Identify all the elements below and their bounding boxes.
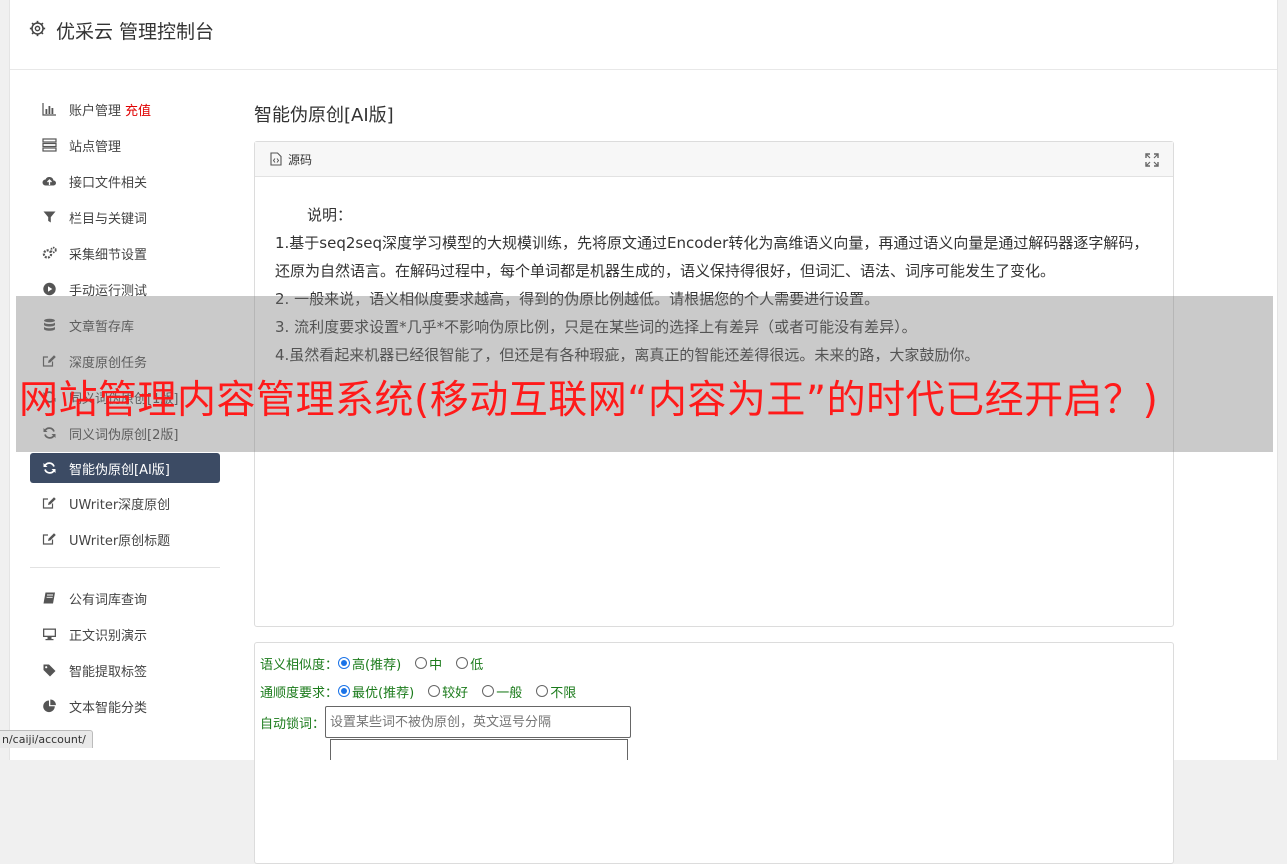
- radio-dot: [536, 685, 549, 697]
- expand-icon[interactable]: [1145, 153, 1159, 167]
- similarity-medium-radio[interactable]: 中: [415, 654, 442, 673]
- sidebar-item-label: 采集细节设置: [69, 247, 148, 263]
- sidebar-item-label: 智能伪原创[AI版]: [69, 462, 170, 478]
- panel-header-label: 源码: [288, 152, 313, 167]
- sidebar-item-label: 文本智能分类: [69, 700, 148, 716]
- description-heading: 说明：: [307, 206, 353, 224]
- pie-chart-icon: [40, 699, 58, 713]
- sidebar-item-text-recognition[interactable]: 正文识别演示: [30, 616, 220, 652]
- sidebar-item-label: 站点管理: [69, 139, 122, 155]
- sidebar-item-label: UWriter深度原创: [69, 497, 171, 513]
- sidebar-item-uwriter-title[interactable]: UWriter原创标题: [30, 521, 220, 557]
- sidebar-item-label: 正文识别演示: [69, 628, 148, 644]
- recharge-link[interactable]: 充值: [125, 100, 151, 119]
- book-icon: [40, 591, 58, 605]
- gear-icon: [29, 20, 46, 41]
- sidebar-divider: [30, 567, 220, 568]
- similarity-row: 语义相似度： 高(推荐) 中 低: [260, 653, 497, 673]
- similarity-label: 语义相似度：: [260, 657, 339, 673]
- sidebar-item-collect-settings[interactable]: 采集细节设置: [30, 235, 220, 271]
- radio-dot: [338, 657, 351, 669]
- sidebar-item-label: UWriter原创标题: [69, 533, 171, 549]
- edit-icon: [40, 532, 58, 546]
- edit-icon: [40, 496, 58, 510]
- sidebar-item-tag-extract[interactable]: 智能提取标签: [30, 652, 220, 688]
- play-circle-icon: [40, 282, 58, 296]
- fluency-good-radio[interactable]: 较好: [428, 682, 468, 701]
- cogs-icon: [40, 246, 58, 260]
- radio-label: 一般: [496, 685, 523, 701]
- sidebar-item-account[interactable]: 账户管理 充值: [30, 91, 220, 127]
- fluency-row: 通顺度要求： 最优(推荐) 较好 一般 不限: [260, 681, 590, 701]
- radio-label: 不限: [550, 685, 577, 701]
- radio-label: 低: [470, 657, 484, 673]
- lock-words-row: 自动锁词：: [260, 705, 632, 739]
- sidebar-item-ai-rewrite[interactable]: 智能伪原创[AI版]: [30, 453, 220, 483]
- overlay-headline: 网站管理内容管理系统(移动互联网“内容为王”的时代已经开启？): [19, 378, 1159, 423]
- sidebar-item-uwriter-deep[interactable]: UWriter深度原创: [30, 485, 220, 521]
- radio-label: 最优(推荐): [352, 685, 415, 701]
- lock-words-input[interactable]: [325, 706, 632, 738]
- overlay-banner: [16, 296, 1273, 452]
- brand[interactable]: 优采云 管理控制台: [29, 17, 214, 44]
- cloud-upload-icon: [40, 174, 58, 188]
- page-title: 智能伪原创[AI版]: [254, 105, 394, 126]
- radio-dot: [338, 685, 351, 697]
- filter-icon: [40, 210, 58, 224]
- radio-dot: [456, 657, 469, 669]
- tag-icon: [40, 663, 58, 677]
- similarity-low-radio[interactable]: 低: [456, 654, 483, 673]
- panel-header: 源码: [255, 142, 1173, 177]
- app-title: 优采云 管理控制台: [56, 21, 215, 43]
- description-line: 1.基于seq2seq深度学习模型的大规模训练，先将原文通过Encoder转化为…: [275, 234, 1149, 280]
- sidebar-item-label: 公有词库查询: [69, 592, 148, 608]
- top-bar: 优采云 管理控制台: [10, 0, 1277, 70]
- fluency-any-radio[interactable]: 不限: [536, 682, 576, 701]
- sidebar-item-interface-files[interactable]: 接口文件相关: [30, 163, 220, 199]
- fluency-normal-radio[interactable]: 一般: [482, 682, 522, 701]
- secondary-input[interactable]: [330, 739, 628, 760]
- sidebar-item-label: 账户管理: [69, 103, 122, 119]
- radio-dot: [415, 657, 428, 669]
- bar-chart-icon: [40, 102, 58, 116]
- sidebar-item-label: 接口文件相关: [69, 175, 148, 191]
- similarity-high-radio[interactable]: 高(推荐): [338, 654, 401, 673]
- sidebar-item-label: 栏目与关键词: [69, 211, 148, 227]
- lock-words-label: 自动锁词：: [260, 716, 326, 732]
- list-icon: [40, 138, 58, 152]
- file-code-icon: [270, 152, 282, 166]
- sidebar-item-columns-keywords[interactable]: 栏目与关键词: [30, 199, 220, 235]
- options-panel: 语义相似度： 高(推荐) 中 低 通顺度要求： 最优(推荐) 较好 一般 不限 …: [254, 642, 1174, 864]
- fluency-label: 通顺度要求：: [260, 685, 339, 701]
- radio-dot: [428, 685, 441, 697]
- radio-label: 中: [429, 657, 443, 673]
- sidebar-item-public-lexicon[interactable]: 公有词库查询: [30, 580, 220, 616]
- radio-label: 高(推荐): [352, 657, 402, 673]
- sidebar-item-sites[interactable]: 站点管理: [30, 127, 220, 163]
- sidebar-item-label: 智能提取标签: [69, 664, 148, 680]
- radio-dot: [482, 685, 495, 697]
- sidebar-item-text-classify[interactable]: 文本智能分类: [30, 688, 220, 724]
- refresh-icon: [40, 461, 58, 475]
- fluency-best-radio[interactable]: 最优(推荐): [338, 682, 414, 701]
- radio-label: 较好: [442, 685, 469, 701]
- monitor-icon: [40, 627, 58, 641]
- status-bar-url: n/caiji/account/: [0, 730, 93, 748]
